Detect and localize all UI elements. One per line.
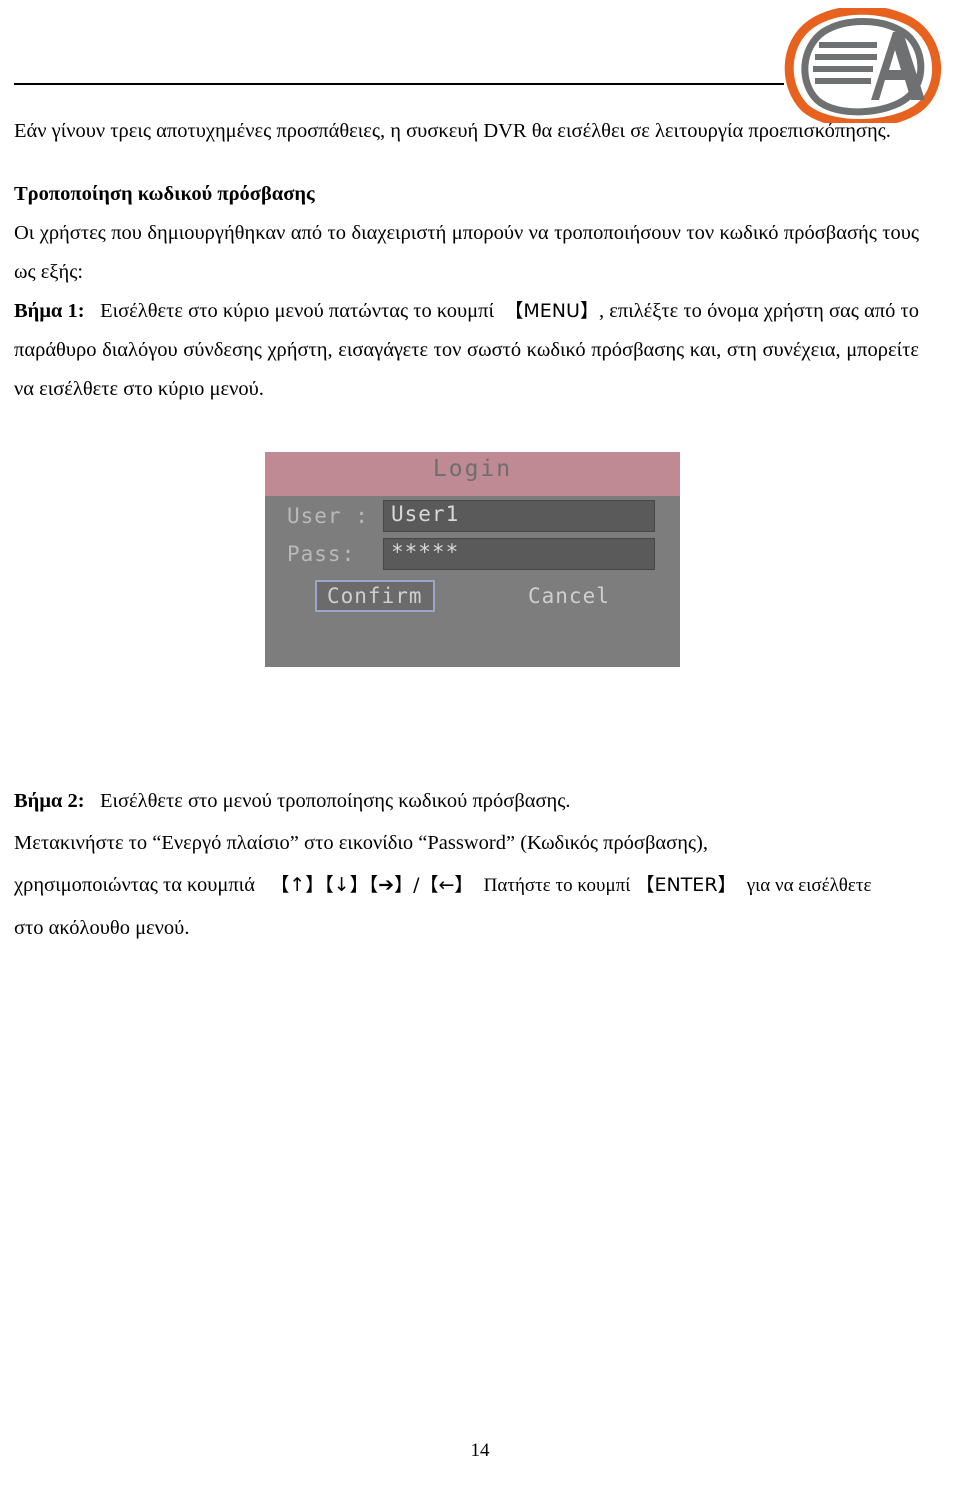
confirm-button[interactable]: Confirm xyxy=(315,580,435,612)
step1-text-a: Εισέλθετε στο κύριο μενού πατώντας το κο… xyxy=(100,300,495,322)
step2-text3b: Πατήστε το κουμπί xyxy=(483,875,631,896)
step2-text3c: για να εισέλθετε xyxy=(746,875,872,896)
direction-keys: 【↑】【↓】【➔】/【←】 xyxy=(270,874,474,896)
pass-label: Pass: xyxy=(287,542,356,566)
step2-block: Βήμα 2: Εισέλθετε στο μενού τροποποίησης… xyxy=(14,780,934,949)
header-divider xyxy=(14,83,784,85)
step2-line4: στο ακόλουθο μενού. xyxy=(14,917,190,939)
dialog-title: Login xyxy=(432,456,513,482)
step2-text1: Εισέλθετε στο μενού τροποποίησης κωδικού… xyxy=(99,790,571,812)
login-dialog-screenshot: Login User : User1 Pass: ***** Confirm C… xyxy=(265,452,680,667)
intro-paragraph: Εάν γίνουν τρεις αποτυχημένες προσπάθειε… xyxy=(14,120,891,142)
page-number: 14 xyxy=(470,1440,490,1461)
company-logo xyxy=(775,5,950,128)
step1-paragraph: Βήμα 1: Εισέλθετε στο κύριο μενού πατώντ… xyxy=(14,292,919,409)
main-content: Εάν γίνουν τρεις αποτυχημένες προσπάθειε… xyxy=(14,112,919,409)
step2-line1: Βήμα 2: Εισέλθετε στο μενού τροποποίησης… xyxy=(14,780,934,822)
section-title: Τροποποίηση κωδικού πρόσβασης xyxy=(14,183,315,205)
document-page: Εάν γίνουν τρεις αποτυχημένες προσπάθειε… xyxy=(0,0,960,1500)
section-lead: Οι χρήστες που δημιουργήθηκαν από το δια… xyxy=(14,222,919,283)
step1-label: Βήμα 1: xyxy=(14,300,85,322)
step2-text3a: χρησιμοποιώντας τα κουμπιά xyxy=(14,874,255,896)
cancel-button[interactable]: Cancel xyxy=(518,580,620,612)
user-label: User : xyxy=(287,504,369,528)
enter-key: 【ENTER】 xyxy=(635,874,737,896)
user-input[interactable]: User1 xyxy=(383,500,655,532)
logo-icon xyxy=(784,5,942,128)
step2-line2: Μετακινήστε το “Ενεργό πλαίσιο” στο εικο… xyxy=(14,832,708,854)
step2-label: Βήμα 2: xyxy=(14,790,85,812)
user-input-value: User1 xyxy=(391,502,460,526)
password-input[interactable]: ***** xyxy=(383,538,655,570)
password-input-value: ***** xyxy=(391,540,460,564)
step2-line3: χρησιμοποιώντας τα κουμπιά 【↑】【↓】【➔】/【←】… xyxy=(14,864,934,907)
menu-key: 【MENU】 xyxy=(504,300,599,322)
